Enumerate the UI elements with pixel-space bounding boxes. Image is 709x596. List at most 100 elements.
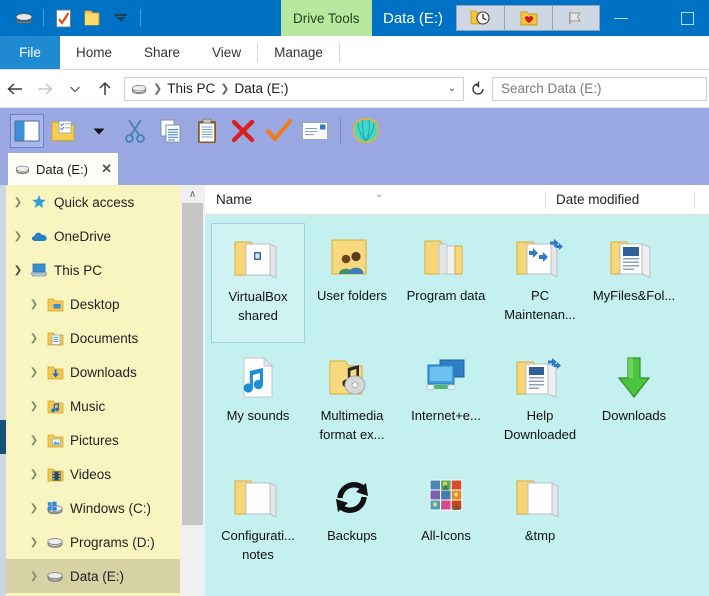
- sidebar-item-desktop[interactable]: ❯ Desktop: [6, 287, 180, 321]
- up-button[interactable]: [90, 70, 120, 108]
- cut-button[interactable]: [118, 114, 152, 148]
- chevron-down-icon[interactable]: ❯: [12, 265, 24, 276]
- checklist-document-icon[interactable]: [53, 8, 73, 28]
- dropdown-arrow-button[interactable]: [82, 114, 116, 148]
- sidebar-item-this-pc[interactable]: ❯ This PC: [6, 253, 180, 287]
- file-item-label: Program data: [406, 288, 486, 303]
- file-item-multimedia-format[interactable]: Multimedia format ex...: [305, 343, 399, 463]
- chevron-right-icon[interactable]: ❯: [28, 333, 40, 344]
- address-dropdown-icon[interactable]: ⌄: [448, 83, 458, 94]
- chevron-right-icon[interactable]: ❯: [12, 231, 24, 242]
- file-item-configuration-notes[interactable]: Configurati... notes: [211, 463, 305, 583]
- sidebar-item-label: Quick access: [54, 194, 135, 210]
- sidebar-item-pictures[interactable]: ❯ Pictures: [6, 423, 180, 457]
- delete-button[interactable]: [226, 114, 260, 148]
- sidebar-item-videos[interactable]: ❯ Videos: [6, 457, 180, 491]
- music-file-icon: [230, 349, 286, 401]
- chevron-down-icon[interactable]: [111, 8, 131, 28]
- file-item-all-icons[interactable]: All-Icons: [399, 463, 493, 583]
- file-item-my-sounds[interactable]: My sounds: [211, 343, 305, 463]
- back-button[interactable]: [0, 70, 30, 108]
- maximize-button[interactable]: [664, 0, 709, 36]
- folder-icon[interactable]: [82, 8, 102, 28]
- file-item-program-data[interactable]: Program data: [399, 223, 493, 343]
- documents-folder-icon: [46, 329, 64, 347]
- scrollbar-thumb[interactable]: [182, 203, 203, 525]
- minimize-button[interactable]: [598, 0, 644, 36]
- contextual-tab-drive-tools[interactable]: Drive Tools: [281, 0, 372, 36]
- chevron-right-icon[interactable]: ❯: [12, 197, 24, 208]
- scroll-up-icon[interactable]: ∧: [180, 185, 205, 203]
- windows-drive-icon: [46, 499, 64, 517]
- chevron-right-icon[interactable]: ❯: [28, 367, 40, 378]
- folder-files-icon: [418, 229, 474, 281]
- breadcrumb-data-e[interactable]: Data (E:): [234, 81, 288, 96]
- file-item-tmp[interactable]: &tmp: [493, 463, 587, 583]
- confirm-button[interactable]: [262, 114, 296, 148]
- file-item-myfiles-folders[interactable]: MyFiles&Fol...: [587, 223, 681, 343]
- explorer-tab-data-e[interactable]: Data (E:) ✕: [8, 153, 118, 185]
- drive-icon: [14, 164, 31, 175]
- file-item-internet-e[interactable]: Internet+e...: [399, 343, 493, 463]
- column-header-date-modified[interactable]: Date modified: [546, 192, 639, 207]
- sidebar-item-documents[interactable]: ❯ Documents: [6, 321, 180, 355]
- history-clock-icon[interactable]: [456, 5, 504, 31]
- tab-view[interactable]: View: [196, 36, 258, 69]
- folder-shortcut-icon: [512, 229, 568, 281]
- rename-button[interactable]: [298, 114, 332, 148]
- file-item-downloads[interactable]: Downloads: [587, 343, 681, 463]
- navigation-pane-button[interactable]: [10, 113, 44, 148]
- sidebar-item-data-e[interactable]: ❯ Data (E:): [6, 559, 180, 593]
- ribbon-divider-2: [338, 43, 340, 62]
- bookmark-flag-icon[interactable]: [552, 5, 600, 31]
- sidebar-item-label: This PC: [54, 262, 103, 278]
- shell-button[interactable]: [349, 114, 383, 148]
- favorites-folder-icon[interactable]: [504, 5, 552, 31]
- forward-button[interactable]: [30, 70, 60, 108]
- file-item-label: My sounds: [226, 408, 290, 423]
- drive-icon: [46, 567, 64, 585]
- chevron-right-icon[interactable]: ❯: [28, 401, 40, 412]
- column-divider-2[interactable]: [694, 191, 695, 209]
- recent-locations-chevron-icon[interactable]: [60, 70, 90, 108]
- sidebar-item-windows-c[interactable]: ❯ Windows (C:): [6, 491, 180, 525]
- tab-home[interactable]: Home: [60, 36, 129, 69]
- folder-open-icon: [230, 469, 286, 521]
- tab-file[interactable]: File: [0, 36, 60, 69]
- file-item-backups[interactable]: Backups: [305, 463, 399, 583]
- sidebar-item-programs-d[interactable]: ❯ Programs (D:): [6, 525, 180, 559]
- sidebar-item-downloads[interactable]: ❯ Downloads: [6, 355, 180, 389]
- sidebar-item-quick-access[interactable]: ❯ Quick access: [6, 185, 180, 219]
- file-item-user-folders[interactable]: User folders: [305, 223, 399, 343]
- sidebar-item-onedrive[interactable]: ❯ OneDrive: [6, 219, 180, 253]
- file-item-virtualbox-shared[interactable]: VirtualBox shared: [211, 223, 305, 343]
- sidebar-item-music[interactable]: ❯ Music: [6, 389, 180, 423]
- column-header-row: Name ⌄ Date modified: [205, 185, 709, 215]
- tab-share[interactable]: Share: [128, 36, 197, 69]
- chevron-right-icon[interactable]: ❯: [28, 571, 40, 582]
- refresh-button[interactable]: [464, 70, 492, 108]
- chevron-right-icon[interactable]: ❯: [28, 469, 40, 480]
- chevron-right-icon[interactable]: ❯: [28, 299, 40, 310]
- file-item-help-downloaded[interactable]: Help Downloaded: [493, 343, 587, 463]
- close-icon[interactable]: ✕: [101, 161, 112, 177]
- drive-icon[interactable]: [14, 8, 34, 28]
- address-breadcrumb-box[interactable]: ❯ This PC ❯ Data (E:) ⌄: [124, 76, 464, 101]
- paste-button[interactable]: [190, 114, 224, 148]
- copy-button[interactable]: [154, 114, 188, 148]
- navigation-pane-scrollbar[interactable]: ∧: [180, 185, 205, 596]
- folder-options-button[interactable]: [46, 114, 80, 148]
- tab-manage[interactable]: Manage: [258, 36, 339, 69]
- sidebar-item-label: Programs (D:): [70, 534, 155, 550]
- sort-chevron-icon: ⌄: [375, 189, 384, 200]
- sidebar-item-label: Music: [70, 398, 106, 414]
- chevron-right-icon[interactable]: ❯: [28, 503, 40, 514]
- search-input[interactable]: Search Data (E:): [492, 76, 707, 101]
- image-grid-icon: [418, 469, 474, 521]
- file-item-pc-maintenance[interactable]: PC Maintenan...: [493, 223, 587, 343]
- chevron-right-icon[interactable]: ❯: [28, 435, 40, 446]
- breadcrumb-this-pc[interactable]: This PC: [167, 81, 215, 96]
- chevron-right-icon[interactable]: ❯: [28, 537, 40, 548]
- column-header-name[interactable]: Name ⌄: [205, 189, 545, 207]
- sidebar-item-label: Windows (C:): [70, 500, 152, 516]
